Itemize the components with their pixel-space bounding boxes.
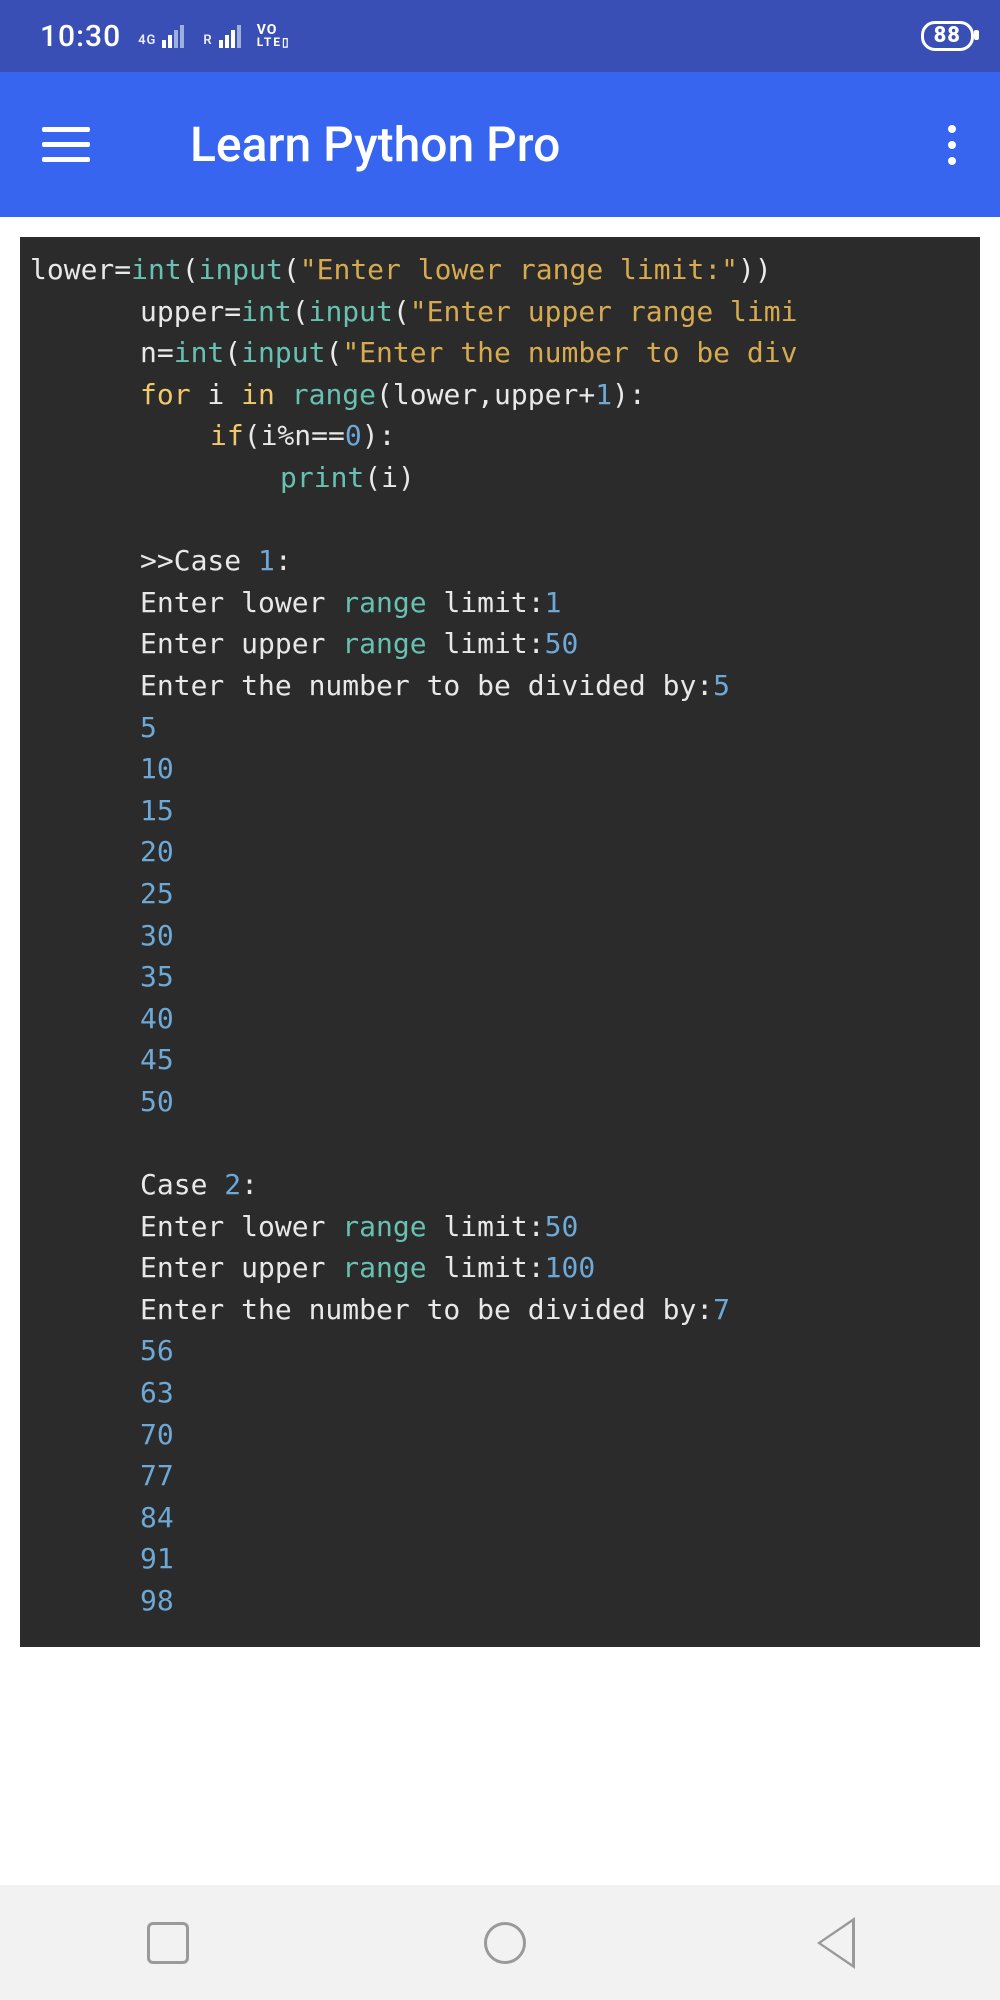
- status-bar: 10:30 4G R VO LTE▯ 88: [0, 0, 1000, 72]
- recent-apps-icon[interactable]: [147, 1922, 189, 1964]
- app-title: Learn Python Pro: [190, 116, 560, 173]
- more-icon[interactable]: [928, 121, 976, 169]
- signal-1-icon: 4G: [135, 25, 184, 48]
- home-icon[interactable]: [484, 1922, 526, 1964]
- app-bar: Learn Python Pro: [0, 72, 1000, 217]
- content-area: lower=int(input("Enter lower range limit…: [0, 217, 1000, 1885]
- battery-icon: 88: [921, 21, 974, 51]
- code-block[interactable]: lower=int(input("Enter lower range limit…: [20, 237, 980, 1647]
- volte-icon: VO LTE▯: [257, 24, 291, 47]
- system-nav-bar: [0, 1885, 1000, 2000]
- status-time: 10:30: [40, 19, 121, 54]
- menu-icon[interactable]: [42, 121, 90, 169]
- signal-2-icon: R: [200, 25, 240, 48]
- back-icon[interactable]: [821, 1922, 853, 1964]
